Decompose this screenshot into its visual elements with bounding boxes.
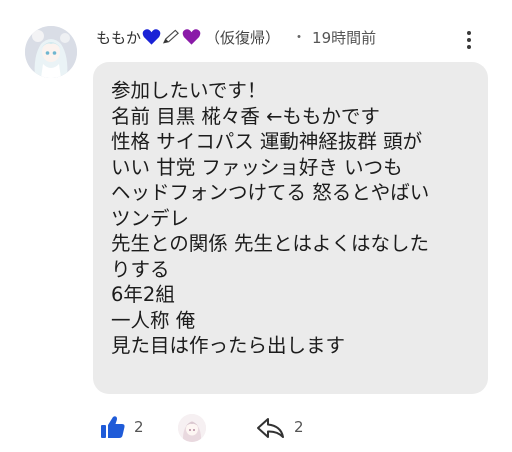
- purple-heart-icon: [182, 28, 201, 46]
- comment-line: 先生との関係 先生とはよくはなした: [111, 232, 430, 255]
- share-button[interactable]: [256, 416, 286, 440]
- pen-icon: [162, 28, 181, 46]
- more-options-icon[interactable]: [462, 26, 476, 54]
- comment-line: ヘッドフォンつけてる 怒るとやばい: [111, 181, 430, 204]
- comment-line: 名前 目黒 椛々香 ←ももかです: [111, 104, 380, 128]
- share-count: 2: [294, 418, 304, 436]
- comment-line: いい 甘党 ファッショ好き いつも: [111, 155, 403, 179]
- comment-line: 6年2組: [111, 283, 175, 306]
- comment-line: 見た目は作ったら出します: [111, 334, 346, 357]
- comment-header: ももか （仮復帰） ・ 19時間前: [96, 24, 376, 50]
- comment-actions: 2 2: [100, 412, 360, 442]
- comment-time: 19時間前: [312, 28, 377, 47]
- reactor-avatar[interactable]: [178, 414, 206, 442]
- comment-line: 性格 サイコパス 運動神経抜群 頭が: [111, 130, 423, 153]
- like-count: 2: [134, 418, 144, 436]
- author-name[interactable]: ももか: [96, 27, 141, 48]
- comment-line: ツンデレ: [111, 206, 190, 230]
- author-status: （仮復帰）: [205, 28, 281, 47]
- comment-line: 参加したいです！: [111, 79, 267, 102]
- author-avatar[interactable]: [25, 26, 77, 78]
- comment-line: 一人称 俺: [111, 308, 196, 332]
- thumbs-up-icon: [101, 416, 125, 438]
- share-icon: [257, 418, 284, 438]
- blue-heart-icon: [142, 28, 161, 46]
- comment-text: 参加したいです！ 名前 目黒 椛々香 ←ももかです 性格 サイコパス 運動神経抜…: [111, 78, 481, 359]
- like-button[interactable]: [100, 414, 130, 440]
- separator-dot: ・: [292, 30, 307, 46]
- comment-line: りする: [111, 257, 170, 281]
- comment-bubble: 参加したいです！ 名前 目黒 椛々香 ←ももかです 性格 サイコパス 運動神経抜…: [93, 62, 488, 394]
